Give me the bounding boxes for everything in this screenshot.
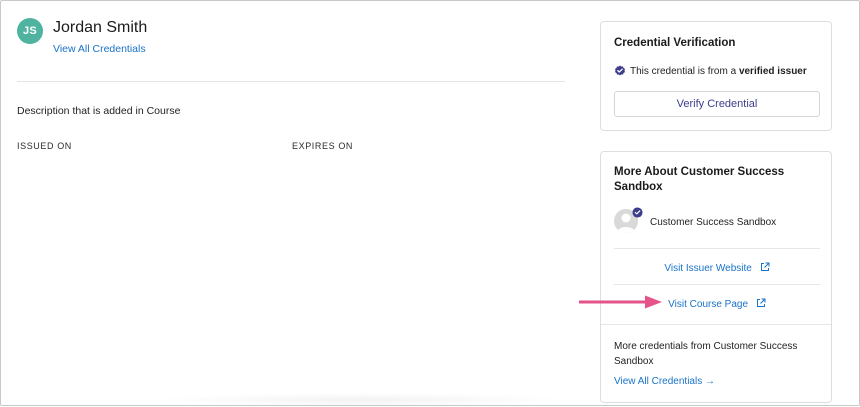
external-link-icon	[756, 298, 766, 307]
issuer-name: Customer Success Sandbox	[650, 217, 777, 228]
divider	[614, 248, 820, 249]
divider	[601, 324, 831, 325]
more-about-title: More About Customer Success Sandbox	[614, 166, 785, 193]
verified-issuer-line: This credential is from a verified issue…	[614, 65, 807, 77]
user-avatar: JS	[17, 18, 43, 44]
verified-issuer-text: verified issuer	[738, 65, 807, 77]
credential-verification-card: Credential Verification This credential …	[600, 21, 832, 131]
verified-badge-icon	[632, 207, 643, 218]
more-credentials-text: More credentials from Customer Success S…	[614, 341, 798, 367]
expires-on-label: EXPIRES ON	[292, 141, 354, 151]
visit-course-label: Visit Course Page	[668, 299, 749, 310]
more-about-card: More About Customer Success Sandbox Cust…	[600, 151, 832, 403]
page-frame: JS Jordan Smith View All Credentials Des…	[0, 0, 860, 407]
visit-issuer-website-link[interactable]: Visit Issuer Website	[614, 262, 820, 274]
visit-issuer-label: Visit Issuer Website	[664, 263, 752, 274]
divider	[614, 284, 820, 285]
verified-badge-icon	[615, 65, 625, 76]
credential-description: Description that is added in Course	[17, 105, 181, 117]
verified-text: This credential is from a	[630, 65, 739, 77]
verify-credential-button[interactable]: Verify Credential	[614, 91, 820, 117]
shadow	[151, 393, 571, 407]
view-all-credentials-issuer-link[interactable]: View All Credentials →	[614, 376, 715, 387]
issued-on-label: ISSUED ON	[17, 141, 72, 151]
divider	[17, 81, 565, 82]
verification-title: Credential Verification	[614, 37, 736, 49]
user-name: Jordan Smith	[53, 19, 148, 36]
external-link-icon	[760, 262, 770, 271]
view-all-credentials-link[interactable]: View All Credentials	[53, 43, 146, 55]
annotation-arrow-icon	[579, 295, 662, 309]
